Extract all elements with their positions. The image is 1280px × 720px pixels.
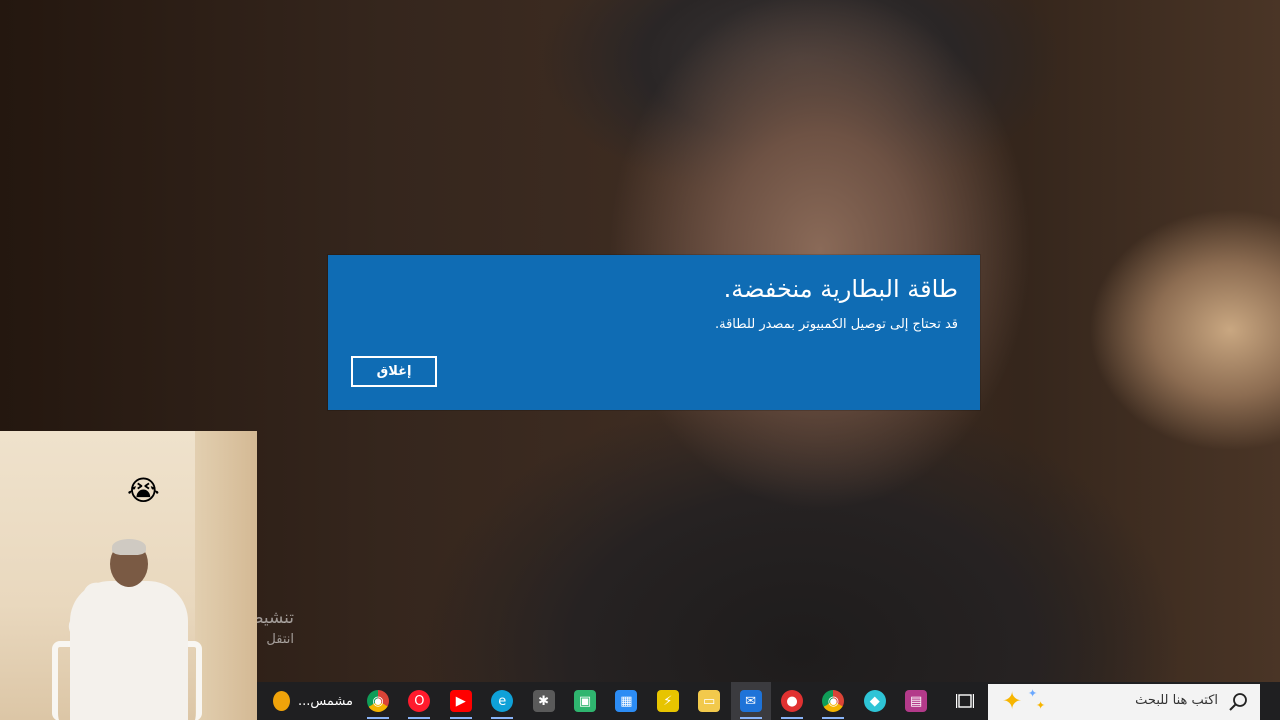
taskbar-app-photos-icon[interactable]: ▤ bbox=[896, 682, 936, 720]
crying-emoji: 😭 bbox=[127, 474, 160, 507]
clipchamp-icon: ▣ bbox=[574, 690, 596, 712]
taskbar-app-microsoft-store-icon[interactable]: ▦ bbox=[606, 682, 646, 720]
search-icon bbox=[1229, 693, 1247, 711]
taskbar-app-app-icon[interactable]: ◆ bbox=[855, 682, 895, 720]
taskbar-app-file-explorer-icon[interactable]: ▭ bbox=[689, 682, 729, 720]
winamp-icon: ⚡ bbox=[656, 690, 679, 712]
screen-recorder-icon: ● bbox=[781, 690, 803, 712]
chrome-icon: ◉ bbox=[367, 690, 389, 712]
running-indicator bbox=[822, 717, 845, 719]
weather-widget[interactable]: مشمس... bbox=[273, 682, 353, 720]
running-indicator bbox=[367, 717, 389, 719]
battery-low-dialog: طاقة البطارية منخفضة. قد تحتاج إلى توصيل… bbox=[328, 255, 980, 410]
edge-icon: e bbox=[491, 690, 514, 712]
taskbar-app-winamp-icon[interactable]: ⚡ bbox=[648, 682, 688, 720]
search-box[interactable]: ✦ ✦ ✦ اكتب هنا للبحث bbox=[988, 684, 1260, 720]
chrome-icon: ◉ bbox=[822, 690, 845, 712]
running-indicator bbox=[491, 717, 514, 719]
microsoft-store-icon: ▦ bbox=[615, 690, 638, 712]
person-hair bbox=[112, 539, 146, 555]
show-desktop-button[interactable] bbox=[1264, 682, 1280, 720]
taskbar-app-video-editor-icon[interactable]: ✱ bbox=[524, 682, 564, 720]
mail-icon: ✉ bbox=[739, 690, 762, 712]
opera-icon: O bbox=[408, 690, 431, 712]
taskbar-app-edge-icon[interactable]: e bbox=[482, 682, 522, 720]
activate-windows-subtitle: انتقل bbox=[266, 632, 294, 647]
taskbar-app-clipchamp-icon[interactable]: ▣ bbox=[565, 682, 605, 720]
wall bbox=[195, 431, 257, 720]
search-placeholder: اكتب هنا للبحث bbox=[1135, 693, 1218, 708]
running-indicator bbox=[739, 717, 762, 719]
taskbar-app-mail-icon[interactable]: ✉ bbox=[730, 682, 771, 720]
activate-windows-title: تنشيط bbox=[256, 608, 294, 628]
youtube-icon: ▶ bbox=[449, 690, 472, 712]
sun-icon bbox=[273, 691, 290, 711]
taskbar-app-opera-icon[interactable]: O bbox=[399, 682, 439, 720]
taskbar: مشمس... ◉ O ▶ e ✱ ▣ ▦ ⚡ ▭ ✉ ● ◉ ◆ ▤ ✦ ✦ ✦ اكتب هنا لل… bbox=[257, 682, 1280, 720]
task-view-icon[interactable] bbox=[945, 682, 985, 720]
sparkle-icon: ✦ bbox=[1002, 687, 1023, 715]
app-icon: ◆ bbox=[863, 690, 886, 712]
taskbar-app-youtube-icon[interactable]: ▶ bbox=[441, 682, 481, 720]
taskbar-app-screen-recorder-icon[interactable]: ● bbox=[772, 682, 812, 720]
taskbar-app-chrome-icon[interactable]: ◉ bbox=[358, 682, 398, 720]
sparkle-small-icon: ✦ bbox=[1036, 699, 1046, 712]
weather-label: مشمس... bbox=[297, 693, 353, 709]
close-button[interactable]: إغلاق bbox=[351, 356, 437, 387]
video-editor-icon: ✱ bbox=[532, 690, 555, 712]
photos-icon: ▤ bbox=[905, 690, 928, 712]
dialog-message: قد تحتاج إلى توصيل الكمبيوتر بمصدر للطاق… bbox=[714, 317, 958, 332]
sparkle-small-icon: ✦ bbox=[1028, 687, 1038, 700]
running-indicator bbox=[781, 717, 803, 719]
dialog-title: طاقة البطارية منخفضة. bbox=[723, 275, 958, 303]
running-indicator bbox=[449, 717, 472, 719]
file-explorer-icon: ▭ bbox=[698, 690, 721, 712]
taskbar-app-chrome-icon[interactable]: ◉ bbox=[813, 682, 853, 720]
running-indicator bbox=[408, 717, 431, 719]
webcam-overlay: 😭 bbox=[0, 431, 257, 720]
